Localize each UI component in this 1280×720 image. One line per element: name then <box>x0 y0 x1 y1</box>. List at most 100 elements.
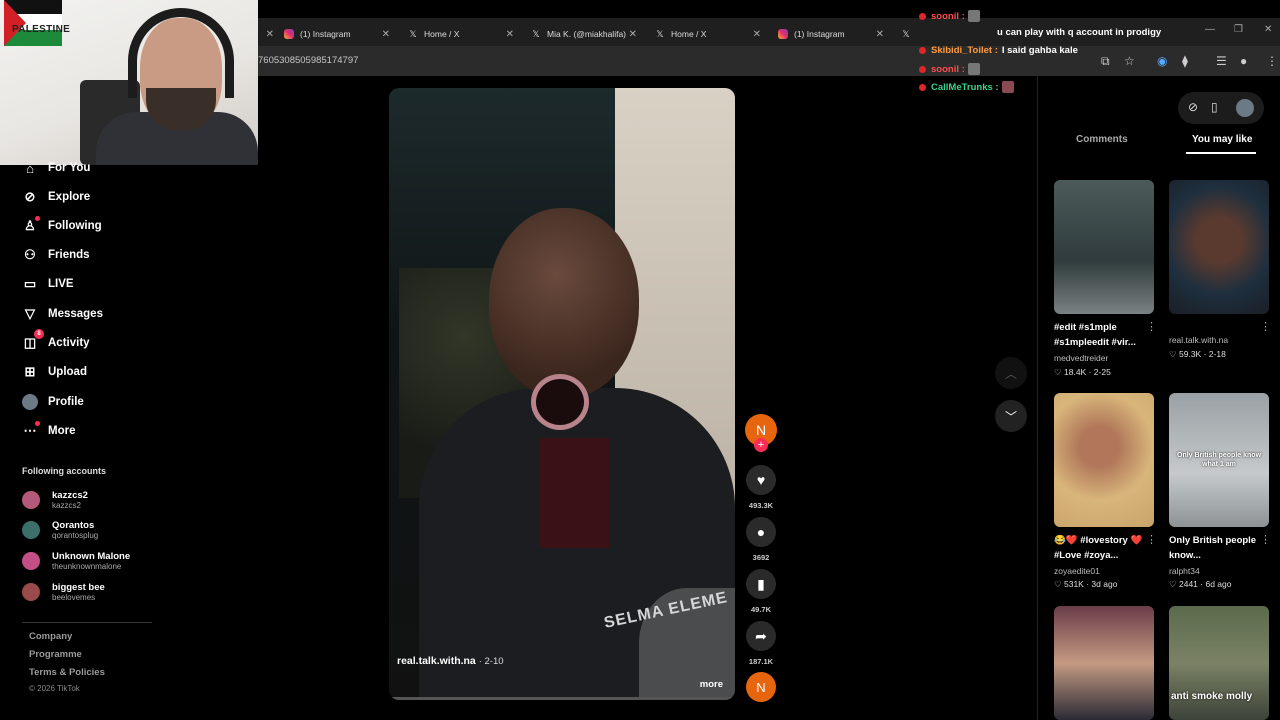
webcam-overlay: PALESTINE <box>0 0 258 165</box>
video-thumbnail[interactable] <box>1054 180 1154 314</box>
audio-playing-icon[interactable]: ◉ <box>1157 54 1167 68</box>
sidebar-item-activity[interactable]: ◫ 8 Activity <box>22 329 90 351</box>
bookmark-star-icon[interactable]: ☆ <box>1124 54 1135 68</box>
next-video-button[interactable]: ﹀ <box>995 400 1027 432</box>
tile-title[interactable]: #edit #s1mple #s1mpleedit #vir... <box>1054 320 1149 350</box>
video-thumbnail[interactable] <box>1169 180 1269 314</box>
footer-link-company[interactable]: Company <box>29 631 72 642</box>
save-button[interactable]: ▮ <box>746 569 776 599</box>
account-name: biggest bee <box>52 582 105 593</box>
video-thumbnail[interactable]: anti smoke molly <box>1169 606 1269 720</box>
browser-tab-instagram-2[interactable]: (1) Instagram ✕ <box>770 22 890 46</box>
sidebar-item-live[interactable]: ▭ LIVE <box>22 276 74 292</box>
close-icon[interactable]: ✕ <box>629 29 637 40</box>
comment-icon: ● <box>756 524 766 540</box>
video-thumbnail[interactable]: Only British people know what 1 am <box>1169 393 1269 527</box>
footer-link-terms[interactable]: Terms & Policies <box>29 667 105 678</box>
tab-comments[interactable]: Comments <box>1076 134 1128 145</box>
extensions-icon[interactable]: ⧫ <box>1182 54 1188 68</box>
reading-list-icon[interactable]: ☰ <box>1216 54 1227 68</box>
emote-icon <box>1001 81 1014 93</box>
tab-label: Mia K. (@miakhalifa) <box>547 29 627 39</box>
chevron-up-icon: ︿ <box>1004 366 1017 381</box>
like-button[interactable]: ♥ <box>746 465 776 495</box>
chevron-down-icon: ﹀ <box>1004 409 1017 424</box>
more-options-icon[interactable]: ⋮ <box>1146 320 1157 333</box>
compass-icon[interactable]: ⊘ <box>1188 100 1198 114</box>
browser-tab-instagram[interactable]: (1) Instagram ✕ <box>276 22 396 46</box>
tile-title[interactable]: Only British people know... <box>1169 533 1264 563</box>
video-thumbnail[interactable] <box>1054 606 1154 720</box>
more-options-icon[interactable]: ⋮ <box>1260 533 1271 546</box>
tile-user[interactable]: real.talk.with.na <box>1169 335 1228 345</box>
heart-outline-icon: ♡ <box>1169 579 1177 589</box>
following-account[interactable]: kazzcs2 kazzcs2 <box>22 490 88 510</box>
close-icon[interactable]: ✕ <box>382 29 390 40</box>
browser-menu-icon[interactable]: ⋮ <box>1266 54 1278 68</box>
chat-user: soonil : <box>931 63 965 75</box>
sidebar-item-more[interactable]: ⋯ More <box>22 421 75 439</box>
previous-video-button[interactable]: ︿ <box>995 357 1027 389</box>
sidebar-item-explore[interactable]: ⊘ Explore <box>22 189 91 205</box>
follow-plus-icon[interactable]: + <box>754 438 768 452</box>
profile-icon[interactable]: ● <box>1240 54 1247 68</box>
panel-divider <box>1037 76 1038 720</box>
following-account[interactable]: Qorantos qorantosplug <box>22 520 98 540</box>
browser-tab-x-home[interactable]: 𝕏 Home / X ✕ <box>400 22 520 46</box>
install-app-icon[interactable]: ⧉ <box>1101 54 1110 69</box>
browser-tab-x-mia[interactable]: 𝕏 Mia K. (@miakhalifa) ✕ <box>523 22 643 46</box>
sidebar-item-messages[interactable]: ▽ Messages <box>22 306 103 322</box>
heart-outline-icon: ♡ <box>1054 367 1062 377</box>
more-options-icon[interactable]: ⋮ <box>1260 320 1271 333</box>
sidebar-item-label: Messages <box>48 308 103 320</box>
close-icon[interactable]: ✕ <box>506 29 514 40</box>
tab-label: (1) Instagram <box>794 29 845 39</box>
device-icon[interactable]: ▯ <box>1211 100 1218 114</box>
minimize-icon[interactable]: — <box>1205 24 1215 35</box>
more-button[interactable]: more <box>700 679 723 690</box>
sidebar-item-label: Upload <box>48 366 87 378</box>
sound-avatar[interactable]: N <box>746 672 776 702</box>
sidebar-item-profile[interactable]: Profile <box>22 394 84 410</box>
tile-user[interactable]: zoyaedite01 <box>1054 566 1100 576</box>
video-thumbnail[interactable] <box>1054 393 1154 527</box>
close-window-icon[interactable]: ✕ <box>1264 24 1272 35</box>
avatar[interactable] <box>1236 99 1254 117</box>
video-player[interactable]: SELMA ELEME real.talk.with.na · 2-10 mor… <box>389 88 735 700</box>
tab-you-may-like[interactable]: You may like <box>1192 134 1252 145</box>
video-author[interactable]: real.talk.with.na <box>397 655 476 667</box>
following-account[interactable]: biggest bee beelovemes <box>22 582 105 602</box>
account-name: Unknown Malone <box>52 551 131 562</box>
live-tv-icon: ▭ <box>23 276 37 291</box>
chat-message: Skibidi_Toilet : I said gahba kale <box>919 45 1078 56</box>
sidebar-item-label: For You <box>48 162 91 174</box>
tile-user[interactable]: ralpht34 <box>1169 566 1200 576</box>
active-tab-indicator <box>1186 152 1256 154</box>
sidebar-item-upload[interactable]: ⊞ Upload <box>22 364 87 380</box>
browser-tab-x-home-2[interactable]: 𝕏 Home / X ✕ <box>647 22 767 46</box>
more-options-icon[interactable]: ⋮ <box>1146 533 1157 546</box>
close-icon[interactable]: ✕ <box>753 29 761 40</box>
following-account[interactable]: Unknown Malone theunknownmalone <box>22 551 130 571</box>
account-name: kazzcs2 <box>52 490 88 501</box>
url-text[interactable]: 7605308505985174797 <box>258 55 358 66</box>
sidebar-item-following[interactable]: ♙ Following <box>22 216 102 234</box>
footer-link-programme[interactable]: Programme <box>29 649 82 660</box>
sidebar-item-for-you[interactable]: ⌂ For You <box>22 160 90 176</box>
home-icon: ⌂ <box>26 160 34 176</box>
sidebar-item-friends[interactable]: ⚇ Friends <box>22 247 89 263</box>
tab-label: Home / X <box>671 29 707 39</box>
more-dots-icon: ⋯ <box>22 421 40 439</box>
tile-user[interactable]: medvedtreider <box>1054 353 1108 363</box>
share-button[interactable]: ➦ <box>746 621 776 651</box>
video-progress-bar[interactable] <box>389 697 735 700</box>
tab-close-prev[interactable]: ✕ <box>262 22 274 46</box>
tile-likes: 59.3K <box>1179 349 1202 359</box>
maximize-icon[interactable]: ❐ <box>1234 24 1243 35</box>
browser-tab-x-partial[interactable]: 𝕏 <box>893 22 923 46</box>
video-caption[interactable]: real.talk.with.na · 2-10 <box>397 655 504 667</box>
tile-likes: 2441 <box>1179 579 1198 589</box>
close-icon[interactable]: ✕ <box>876 29 884 40</box>
tile-title[interactable]: 😂❤️ #lovestory ❤️ #Love #zoya... <box>1054 533 1149 563</box>
comment-button[interactable]: ● <box>746 517 776 547</box>
